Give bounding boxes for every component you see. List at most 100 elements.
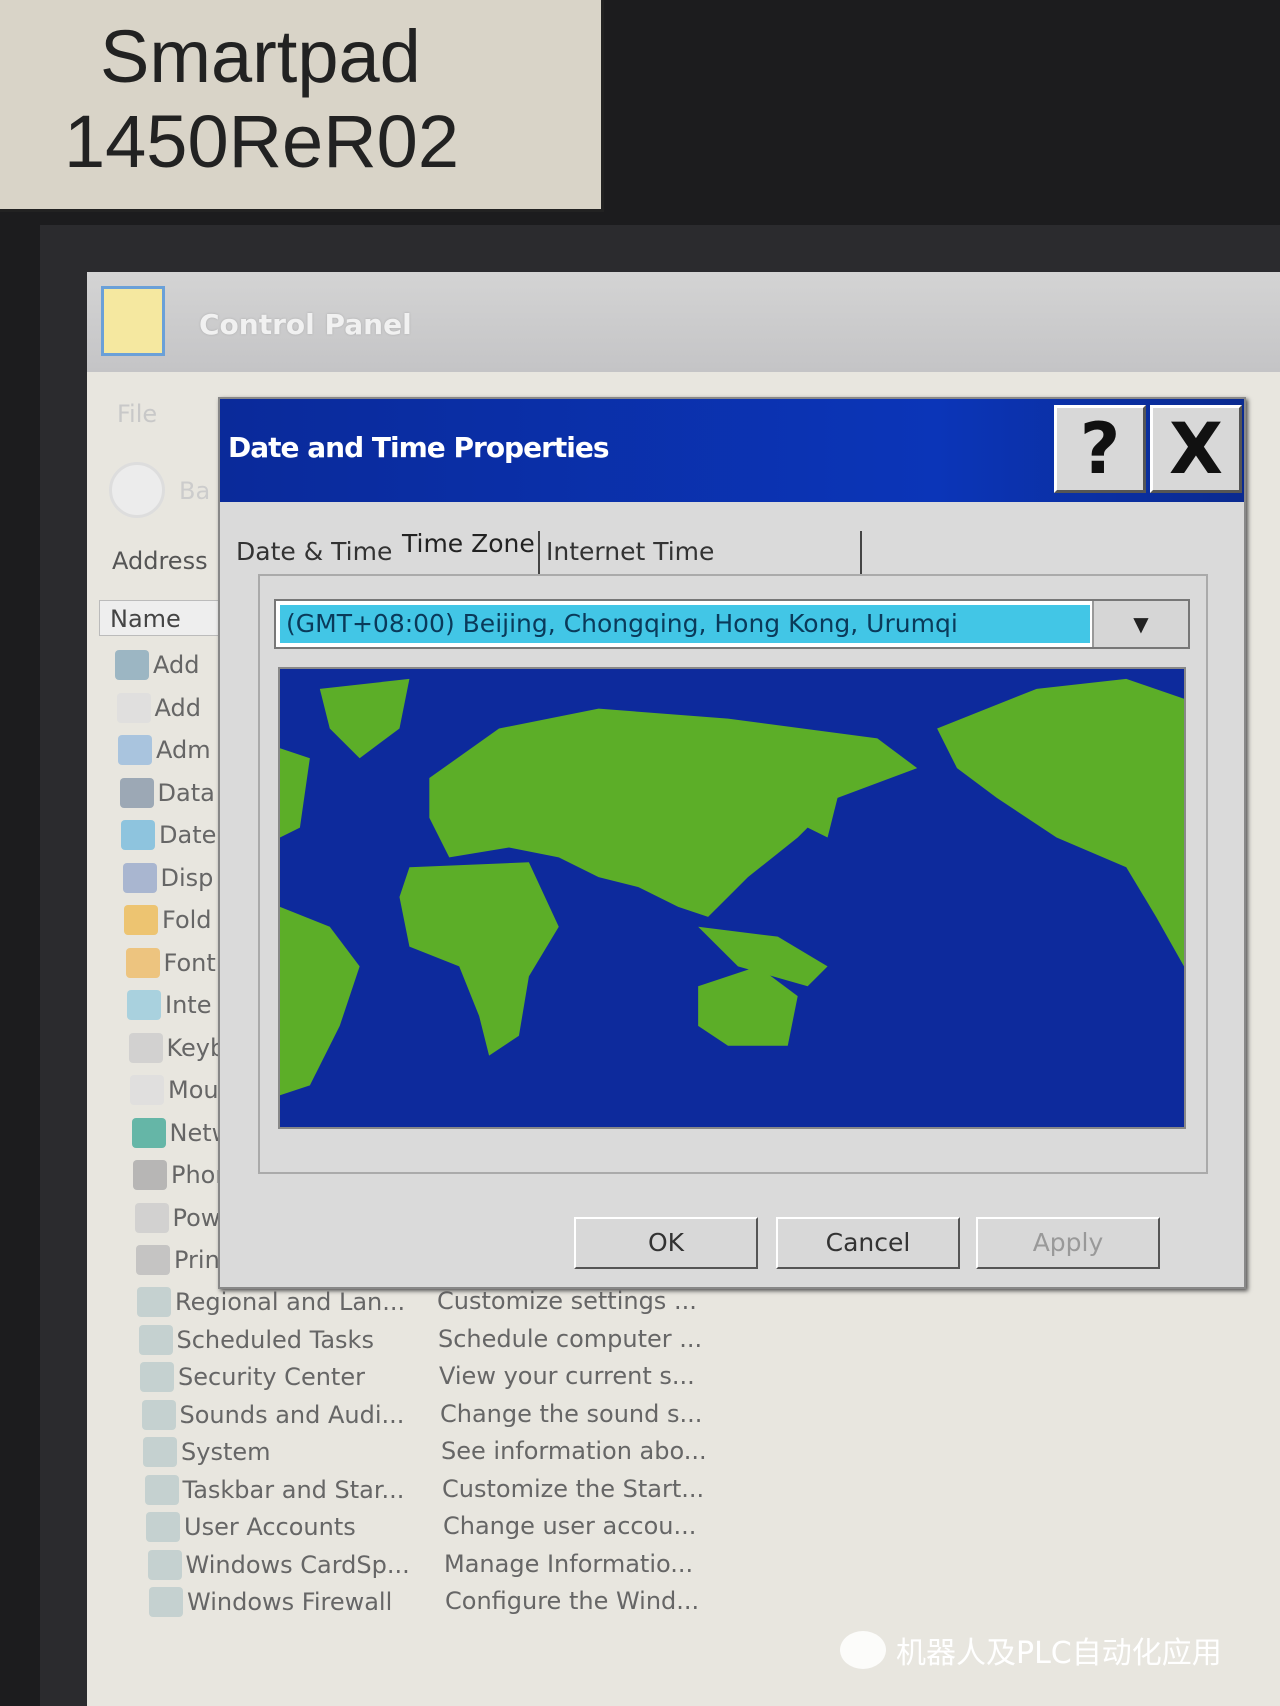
- south-america: [280, 906, 360, 1096]
- control-panel-item[interactable]: Regional and Lan...: [137, 1284, 405, 1320]
- control-panel-item[interactable]: User Accounts: [146, 1509, 356, 1545]
- control-panel-item[interactable]: Security Center: [140, 1359, 365, 1395]
- back-icon[interactable]: [109, 462, 165, 518]
- control-panel-item[interactable]: Date: [121, 817, 216, 853]
- control-panel-item[interactable]: Disp: [122, 860, 214, 896]
- wechat-icon: [840, 1631, 886, 1669]
- control-panel-item[interactable]: Windows CardSp...: [147, 1547, 410, 1583]
- world-map: [278, 667, 1186, 1129]
- close-button[interactable]: X: [1150, 405, 1242, 493]
- control-panel-item[interactable]: Keyb: [128, 1030, 226, 1066]
- item-icon: [124, 905, 158, 935]
- item-icon: [131, 1117, 166, 1148]
- dialog-title: Date and Time Properties: [228, 431, 610, 464]
- item-icon: [122, 862, 157, 893]
- timezone-selected[interactable]: (GMT+08:00) Beijing, Chongqing, Hong Kon…: [280, 605, 1090, 643]
- item-icon: [140, 1362, 174, 1392]
- item-icon: [121, 820, 155, 850]
- chevron-down-icon[interactable]: ▼: [1092, 601, 1188, 647]
- item-description: Manage Informatio...: [444, 1549, 694, 1578]
- item-name: Taskbar and Star...: [182, 1475, 405, 1504]
- item-name: Windows Firewall: [187, 1588, 393, 1616]
- device-label-line2: 1450ReR02: [64, 100, 459, 183]
- item-name: Security Center: [178, 1363, 365, 1391]
- greenland: [319, 678, 410, 759]
- item-icon: [144, 1474, 179, 1505]
- control-panel-icon: [101, 286, 165, 356]
- item-icon: [146, 1512, 180, 1542]
- control-panel-titlebar: Control Panel: [87, 272, 1280, 372]
- watermark-text: 机器人及PLC自动化应用: [896, 1636, 1222, 1671]
- ok-button[interactable]: OK: [574, 1217, 758, 1269]
- item-icon: [125, 947, 160, 978]
- item-icon: [130, 1075, 164, 1105]
- item-description: Change user accou...: [443, 1512, 697, 1540]
- item-description: Customize the Start...: [442, 1474, 705, 1503]
- item-description: View your current s...: [439, 1362, 695, 1390]
- back-label[interactable]: Ba: [179, 477, 210, 505]
- control-panel-title: Control Panel: [199, 308, 412, 341]
- item-icon: [137, 1287, 171, 1317]
- item-name: Scheduled Tasks: [176, 1325, 374, 1354]
- north-america-west: [280, 748, 310, 838]
- help-button[interactable]: ?: [1054, 405, 1146, 493]
- item-name: Add: [154, 693, 201, 722]
- tab-internet-time[interactable]: Internet Time: [546, 537, 714, 566]
- date-time-properties-dialog: Date and Time Properties ? X Date & Time…: [218, 397, 1246, 1289]
- item-icon: [115, 650, 149, 680]
- item-name: Data: [157, 778, 215, 807]
- screen: Control Panel File Ba Address Name Add Ad…: [87, 272, 1280, 1706]
- control-panel-item[interactable]: Add: [116, 690, 201, 726]
- item-name: Disp: [160, 863, 214, 892]
- control-panel-item[interactable]: Netw: [131, 1115, 231, 1151]
- cancel-button[interactable]: Cancel: [776, 1217, 960, 1269]
- control-panel-item[interactable]: Fold: [124, 902, 212, 938]
- item-icon: [127, 990, 161, 1020]
- item-name: Windows CardSp...: [185, 1550, 410, 1579]
- item-icon: [128, 1032, 163, 1063]
- item-icon: [136, 1245, 170, 1275]
- apply-button[interactable]: Apply: [976, 1217, 1160, 1269]
- control-panel-item[interactable]: Windows Firewall: [149, 1584, 392, 1620]
- item-name: Sounds and Audi...: [179, 1400, 405, 1429]
- control-panel-item[interactable]: Data: [119, 775, 215, 811]
- item-name: Fold: [162, 906, 212, 934]
- item-icon: [134, 1202, 169, 1233]
- watermark: 机器人及PLC自动化应用: [840, 1628, 1222, 1672]
- item-icon: [118, 735, 152, 765]
- item-name: Keyb: [166, 1033, 226, 1062]
- timezone-dropdown[interactable]: (GMT+08:00) Beijing, Chongqing, Hong Kon…: [274, 599, 1190, 649]
- item-icon: [116, 692, 151, 723]
- control-panel-item[interactable]: System: [143, 1434, 271, 1470]
- dialog-titlebar: Date and Time Properties ? X: [220, 399, 1244, 502]
- item-icon: [147, 1549, 182, 1580]
- control-panel-item[interactable]: Sounds and Audi...: [141, 1397, 405, 1433]
- tab-divider: [538, 531, 540, 575]
- item-icon: [138, 1324, 173, 1355]
- tab-date-time[interactable]: Date & Time: [236, 537, 392, 566]
- item-name: User Accounts: [184, 1513, 356, 1541]
- device-label: Smartpad 1450ReR02: [0, 0, 604, 212]
- device-label-line1: Smartpad: [100, 15, 421, 98]
- item-icon: [119, 777, 154, 808]
- item-name: Add: [153, 651, 200, 679]
- item-icon: [143, 1437, 177, 1467]
- tab-divider: [860, 531, 862, 575]
- control-panel-item[interactable]: Scheduled Tasks: [138, 1322, 374, 1358]
- control-panel-item[interactable]: Print: [136, 1242, 229, 1278]
- control-panel-item[interactable]: Inte: [127, 987, 211, 1023]
- control-panel-item[interactable]: Mou: [130, 1072, 219, 1108]
- item-name: Inte: [165, 991, 212, 1019]
- control-panel-item[interactable]: Adm: [118, 732, 211, 768]
- item-icon: [141, 1399, 176, 1430]
- tab-time-zone[interactable]: Time Zone: [402, 529, 535, 558]
- control-panel-item[interactable]: Add: [115, 647, 199, 683]
- control-panel-item[interactable]: Font: [125, 945, 216, 981]
- item-description: See information abo...: [441, 1437, 707, 1465]
- item-description: Schedule computer ...: [438, 1324, 703, 1353]
- menu-file[interactable]: File: [117, 400, 157, 428]
- control-panel-item[interactable]: Taskbar and Star...: [144, 1472, 405, 1508]
- item-name: Pow: [172, 1203, 221, 1232]
- control-panel-item[interactable]: Pow: [134, 1200, 221, 1236]
- control-panel-item[interactable]: Phor: [133, 1157, 225, 1193]
